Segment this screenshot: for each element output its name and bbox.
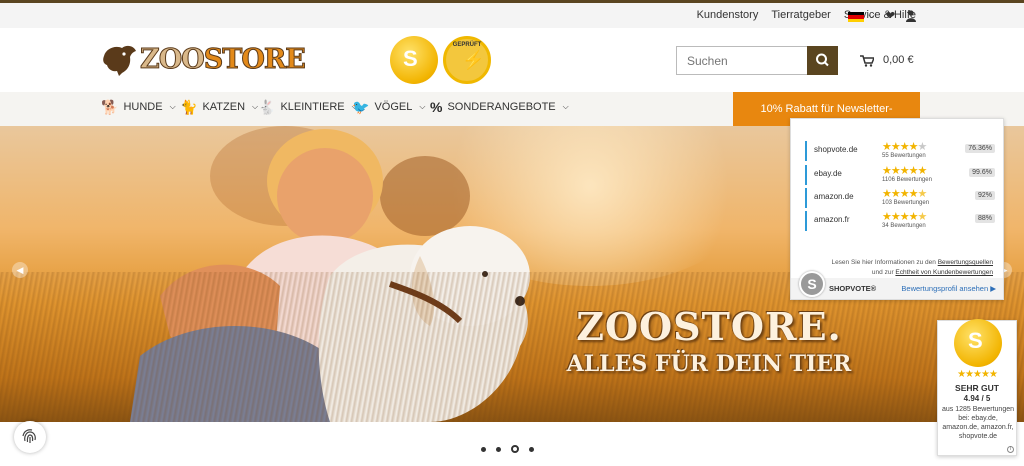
rating-score: 4.94 / 5	[963, 394, 991, 403]
link-kundenstory[interactable]: Kundenstory	[697, 9, 759, 21]
heart-icon[interactable]: ❤	[886, 9, 895, 22]
top-service-bar: Kundenstory Tierratgeber Service & Hilfe…	[0, 3, 1024, 28]
chevron-down-icon: ⌵	[562, 102, 569, 111]
link-bewertungsquellen[interactable]: Bewertungsquellen	[938, 259, 993, 266]
link-echtheit[interactable]: Echtheit von Kundenbewertungen	[895, 269, 993, 276]
bird-icon: 🐦	[352, 99, 370, 115]
dog-icon: 🐕	[101, 99, 119, 115]
view-rating-profile-link[interactable]: Bewertungsprofil ansehen ▶	[901, 284, 996, 293]
shopvote-badge[interactable]: S	[390, 36, 438, 84]
chevron-down-icon: ⌵	[419, 102, 426, 111]
shopvote-s-icon[interactable]: S	[799, 271, 825, 297]
slider-dot-4[interactable]	[529, 446, 534, 452]
lightning-icon: ⚡	[462, 50, 485, 70]
percent-icon: %	[430, 99, 443, 115]
rating-row-amazon-fr: amazon.fr ★★★★★ 34 Bewertungen 88%	[805, 211, 995, 231]
rating-stars: ★★★★★	[957, 369, 998, 380]
cat-icon: 🐈	[180, 99, 198, 115]
rating-row-amazon-de: amazon.de ★★★★★ 103 Bewertungen 92%	[805, 188, 995, 208]
rating-stars: ★★★★★	[882, 165, 927, 177]
rating-row-shopvote: shopvote.de ★★★★★ 55 Bewertungen 76.36%	[805, 141, 995, 161]
fingerprint-privacy-button[interactable]	[14, 421, 46, 453]
top-links: Kundenstory Tierratgeber Service & Hilfe	[697, 9, 916, 21]
chevron-down-icon[interactable]: ⌵	[868, 10, 875, 21]
search-button[interactable]	[807, 46, 838, 75]
fingerprint-icon	[22, 429, 36, 443]
hero-headline: ZOOSTORE. ALLES FÜR DEIN TIER	[566, 304, 852, 377]
dog-logo-icon	[103, 45, 136, 76]
germany-flag-icon[interactable]	[848, 12, 864, 22]
rabbit-icon: 🐇	[258, 99, 276, 115]
nav-item-hunde[interactable]: 🐕 HUNDE ⌵	[101, 99, 176, 115]
nav-item-sonderangebote[interactable]: % SONDERANGEBOTE ⌵	[430, 99, 569, 115]
slider-dot-1[interactable]	[481, 446, 486, 452]
nav-item-kleintiere[interactable]: 🐇 KLEINTIERE ⌵	[258, 99, 358, 115]
rating-grade: SEHR GUT	[955, 383, 999, 393]
shopvote-rating-panel: shopvote.de ★★★★★ 55 Bewertungen 76.36% …	[790, 118, 1004, 300]
info-icon[interactable]: i	[1007, 446, 1014, 453]
logo-text: ZOOSTORE	[140, 43, 307, 75]
slider-pagination	[481, 445, 534, 453]
shopvote-seal-widget[interactable]: S ★★★★★ SEHR GUT 4.94 / 5 aus 1285 Bewer…	[937, 319, 1017, 456]
nav-item-katzen[interactable]: 🐈 KATZEN ⌵	[180, 99, 258, 115]
cart-icon[interactable]	[860, 55, 874, 67]
zoostore-logo[interactable]: ZOOSTORE	[100, 42, 307, 76]
slider-dot-3-active[interactable]	[511, 445, 519, 453]
link-tierratgeber[interactable]: Tierratgeber	[771, 9, 831, 21]
rating-stars: ★★★★★	[882, 141, 927, 153]
rating-stars: ★★★★★	[882, 211, 927, 223]
cart-total[interactable]: 0,00 €	[883, 54, 914, 66]
rating-stars: ★★★★★	[882, 188, 927, 200]
slider-dot-2[interactable]	[496, 446, 501, 452]
rating-row-ebay: ebay.de ★★★★★ 1106 Bewertungen 99.6%	[805, 165, 995, 185]
geprueft-seal[interactable]: GEPRÜFT ⚡	[443, 36, 491, 84]
site-header: ZOOSTORE S GEPRÜFT ⚡ 0,00 €	[0, 28, 1024, 92]
shopvote-medal-icon: S	[954, 319, 1002, 367]
search-input[interactable]	[676, 46, 807, 75]
nav-item-voegel[interactable]: 🐦 VÖGEL ⌵	[352, 99, 426, 115]
rating-sources: aus 1285 Bewertungen bei: ebay.de, amazo…	[942, 406, 1014, 440]
chevron-down-icon: ⌵	[169, 102, 176, 111]
search-icon	[816, 53, 829, 67]
rating-info-text: Lesen Sie hier Informationen zu den Bewe…	[831, 259, 993, 276]
slider-prev-arrow[interactable]: ◀	[12, 262, 28, 278]
user-icon[interactable]	[906, 10, 916, 22]
